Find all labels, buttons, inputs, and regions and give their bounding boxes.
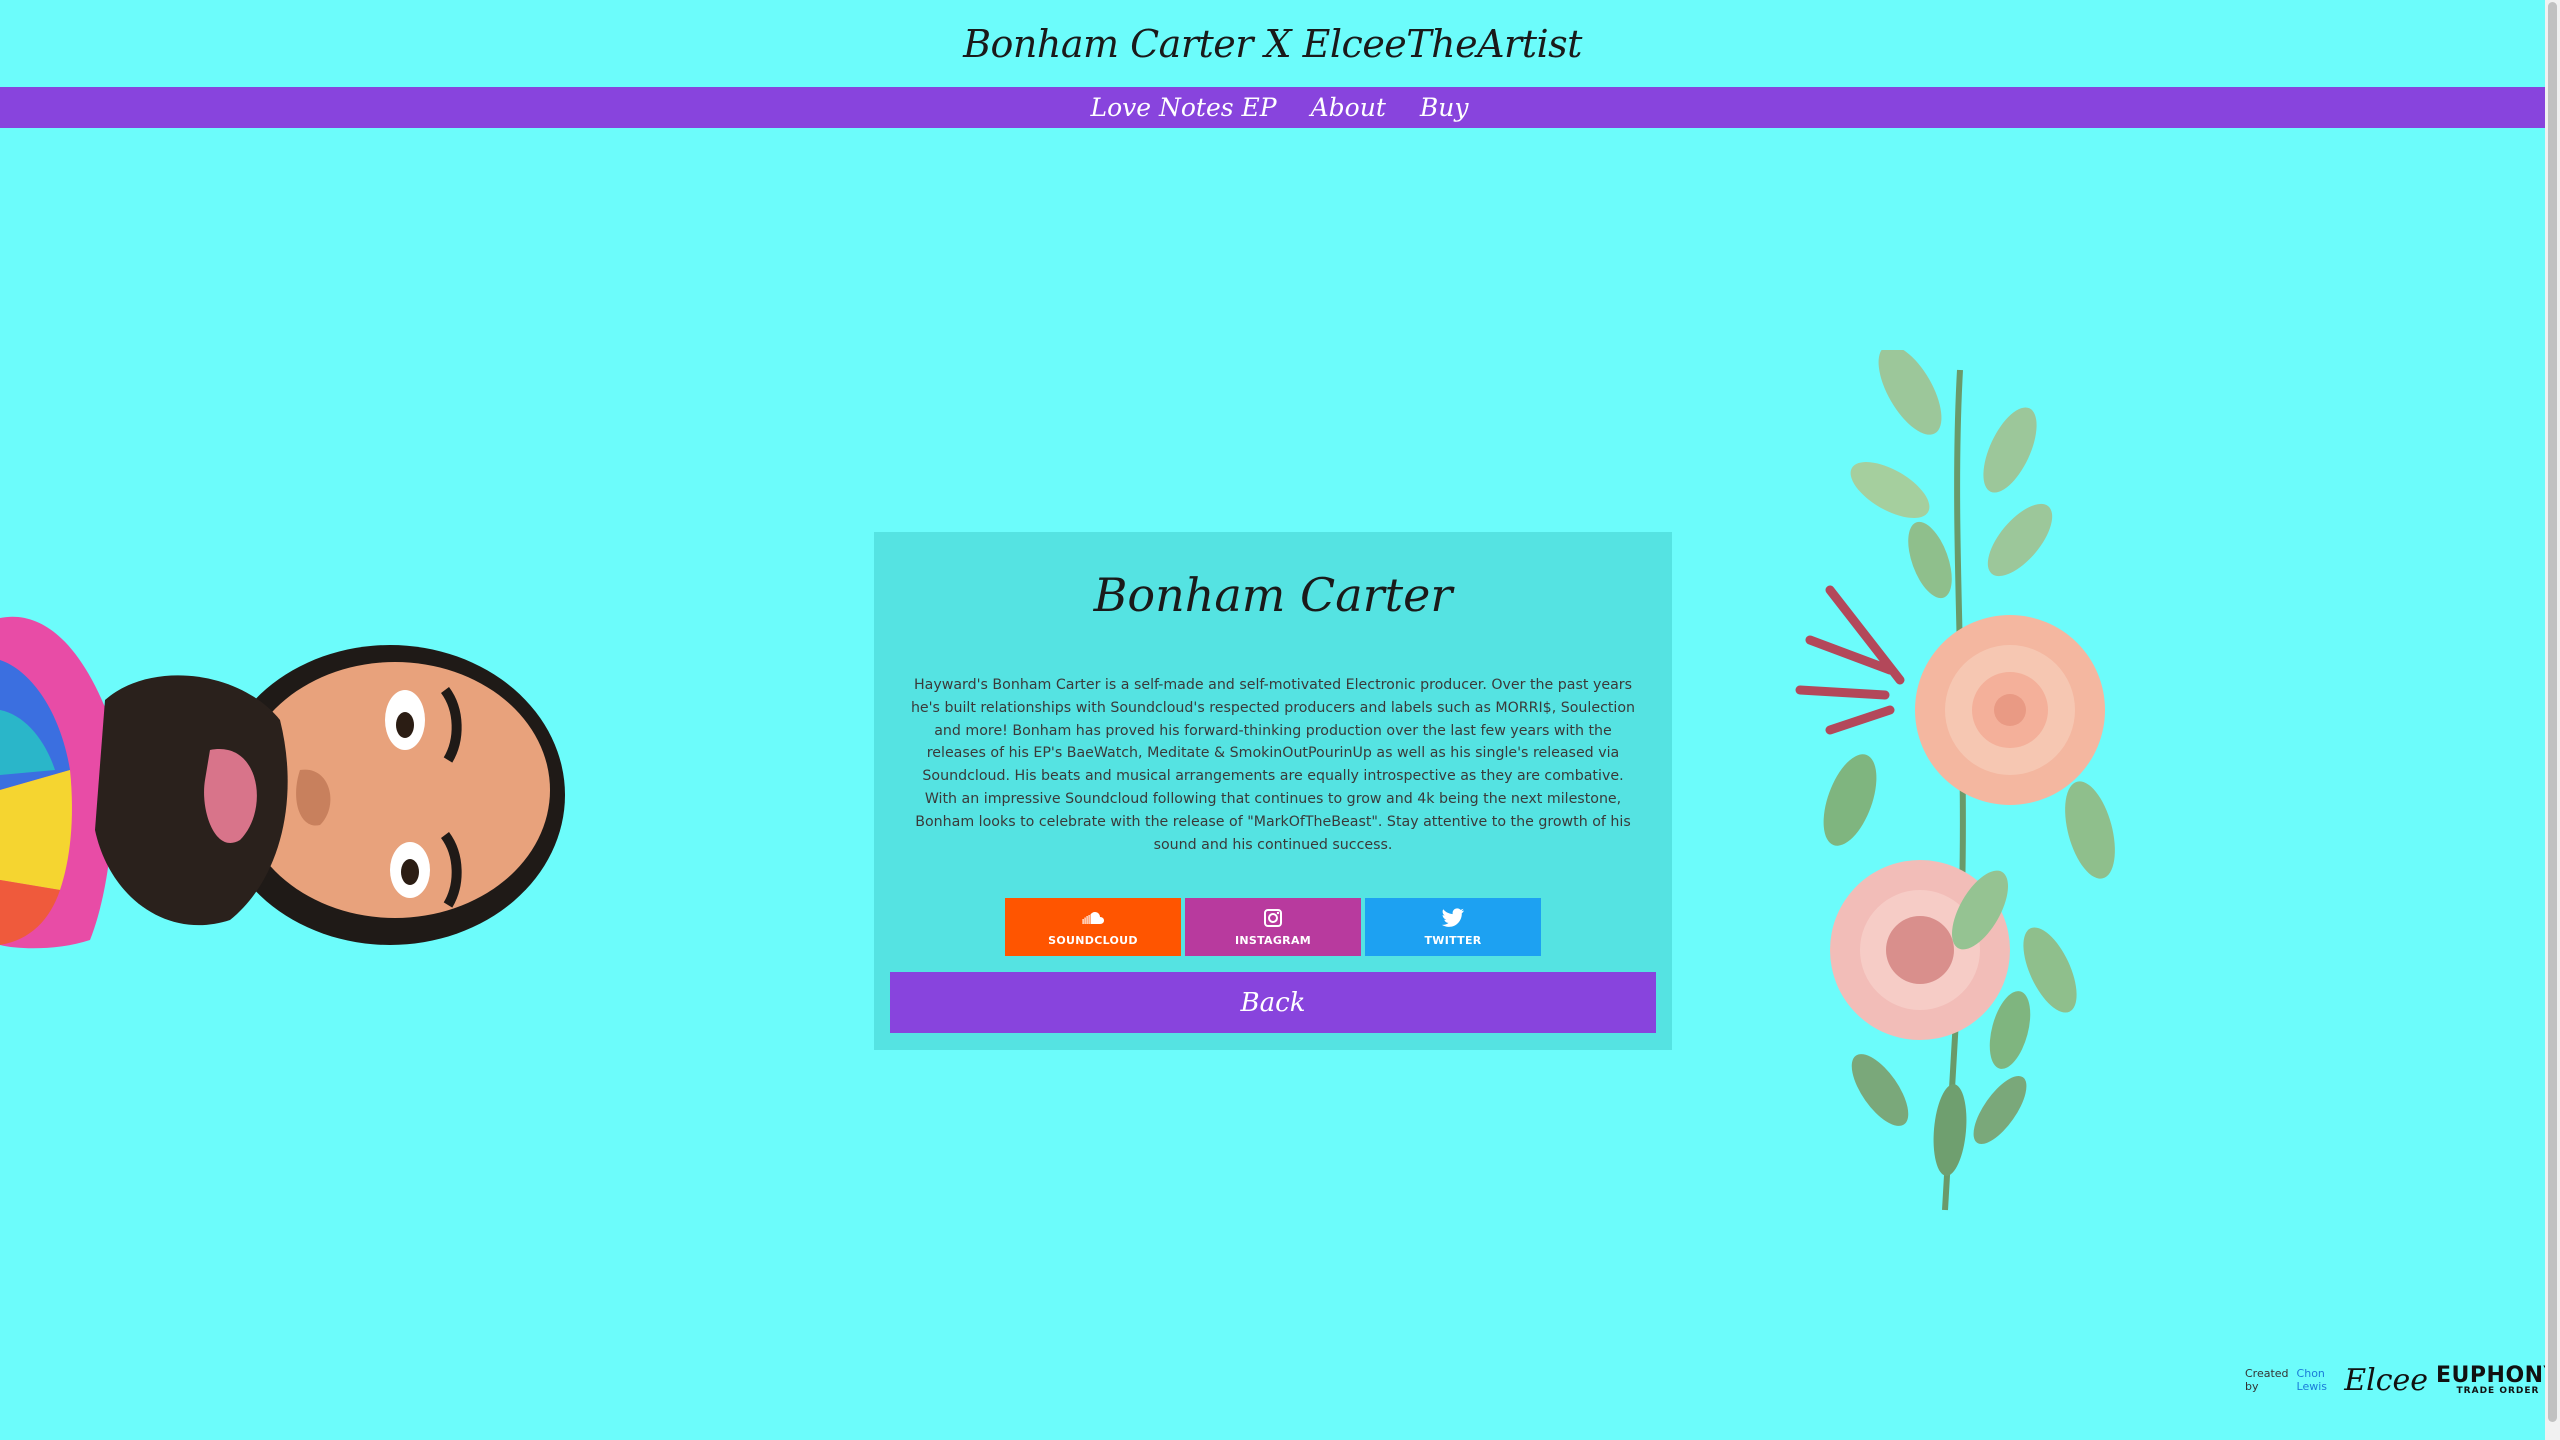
back-button[interactable]: Back (890, 972, 1656, 1033)
elcee-logo: Elcee (2344, 1362, 2429, 1398)
nav-item-about[interactable]: About (1311, 93, 1386, 122)
author-link[interactable]: Chon Lewis (2297, 1367, 2333, 1393)
nav-item-buy[interactable]: Buy (1420, 93, 1469, 122)
card-title: Bonham Carter (1093, 568, 1453, 622)
scrollbar-track[interactable] (2545, 0, 2560, 1440)
instagram-button[interactable]: INSTAGRAM (1185, 898, 1361, 956)
soundcloud-icon (1082, 911, 1104, 924)
soundcloud-label: SOUNDCLOUD (1048, 933, 1138, 947)
soundcloud-button[interactable]: SOUNDCLOUD (1005, 898, 1181, 956)
site-title: Bonham Carter X ElceeTheArtist (963, 22, 1582, 66)
instagram-label: INSTAGRAM (1234, 933, 1312, 947)
twitter-label: TWITTER (1424, 933, 1482, 947)
instagram-icon (1264, 908, 1282, 927)
twitter-button[interactable]: TWITTER (1365, 898, 1541, 956)
artist-illustration (0, 616, 565, 949)
euphony-logo-sub: TRADE ORDER (2456, 1385, 2540, 1396)
flower-illustration (1795, 350, 2115, 1211)
social-links: SOUNDCLOUD INSTAGRAM TWITTER (1005, 898, 1543, 956)
main-nav: Love Notes EP About Buy (0, 87, 2545, 128)
nav-item-love-notes-ep[interactable]: Love Notes EP (1090, 93, 1276, 122)
footer: Created by Chon Lewis Elcee EUPHONY TRAD… (2245, 1362, 2560, 1398)
euphony-logo-main: EUPHONY (2436, 1362, 2560, 1388)
created-by-label: Created by (2245, 1367, 2289, 1393)
bio-card: Bonham Carter Hayward's Bonham Carter is… (874, 532, 1672, 1050)
scrollbar-thumb[interactable] (2548, 2, 2557, 1422)
bio-text: Hayward's Bonham Carter is a self-made a… (910, 677, 1636, 853)
twitter-icon (1441, 907, 1464, 927)
euphony-logo: EUPHONY TRADE ORDER (2436, 1362, 2560, 1396)
